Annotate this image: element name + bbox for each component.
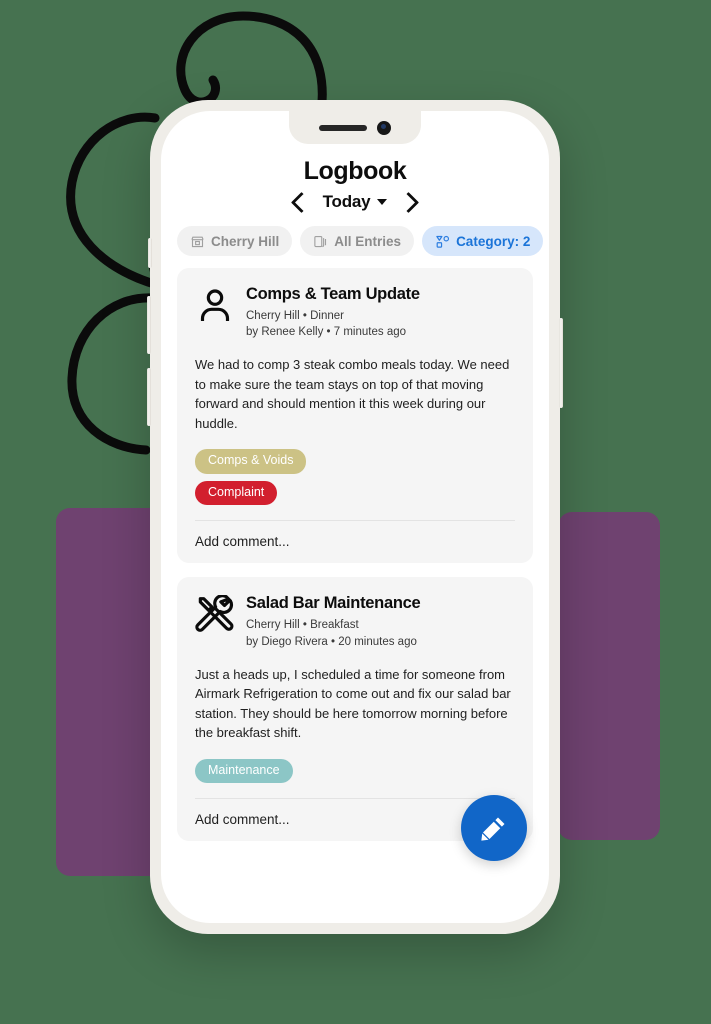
filter-chip-category-label: Category: 2 [456, 233, 531, 249]
tools-icon [195, 595, 234, 633]
chevron-right-icon[interactable] [398, 191, 420, 213]
volume-up-button[interactable] [147, 296, 151, 354]
log-entry-card[interactable]: Comps & Team Update Cherry Hill • Dinner… [177, 268, 533, 564]
front-camera-icon [377, 120, 391, 135]
decor-block-right [558, 512, 660, 840]
power-button[interactable] [559, 318, 563, 408]
caret-down-icon [377, 199, 388, 205]
store-icon [191, 236, 204, 247]
person-icon [200, 289, 230, 321]
entry-title: Comps & Team Update [246, 285, 420, 303]
date-navigator: Today [161, 191, 549, 213]
shapes-filter-icon [436, 235, 450, 248]
add-comment-input[interactable]: Add comment... [195, 534, 515, 549]
entry-header: Comps & Team Update Cherry Hill • Dinner… [195, 285, 515, 341]
entry-tag[interactable]: Comps & Voids [195, 449, 307, 474]
filter-chip-category[interactable]: Category: 2 [422, 226, 544, 256]
entry-body: Just a heads up, I scheduled a time for … [195, 666, 511, 741]
filter-chip-entries[interactable]: All Entries [300, 226, 415, 256]
entry-tag[interactable]: Complaint [195, 480, 278, 506]
entry-location-shift: Cherry Hill • Breakfast [246, 619, 359, 632]
entry-author-time: by Renee Kelly • 7 minutes ago [246, 326, 407, 339]
entry-body: We had to comp 3 steak combo meals today… [195, 357, 510, 431]
entry-header: Salad Bar Maintenance Cherry Hill • Brea… [195, 594, 515, 650]
entry-tag[interactable]: Maintenance [195, 758, 293, 784]
logbook-app: Logbook Today Cherry Hill All Entries Ca… [161, 111, 549, 923]
pencil-icon [481, 817, 505, 841]
filter-chip-location-label: Cherry Hill [211, 233, 280, 249]
entry-author-time: by Diego Rivera • 20 minutes ago [246, 635, 417, 648]
divider [195, 520, 515, 522]
chevron-left-icon[interactable] [290, 191, 312, 213]
speaker-grille-icon [319, 124, 367, 131]
filter-chip-row: Cherry Hill All Entries Category: 2 [161, 226, 549, 268]
filter-chip-entries-label: All Entries [334, 233, 402, 249]
volume-down-button[interactable] [147, 368, 151, 426]
entry-tag-list: Comps & Voids Complaint [195, 449, 515, 506]
phone-screen: Logbook Today Cherry Hill All Entries Ca… [161, 111, 549, 923]
documents-icon [314, 235, 327, 247]
filter-chip-location[interactable]: Cherry Hill [177, 226, 293, 256]
page-title: Logbook [303, 157, 407, 185]
silent-switch-button[interactable] [148, 238, 152, 268]
phone-notch [289, 111, 421, 144]
entry-location-shift: Cherry Hill • Dinner [246, 309, 344, 322]
entry-tag-list: Maintenance [195, 758, 515, 784]
date-dropdown[interactable]: Today [323, 192, 388, 212]
phone-mockup: Logbook Today Cherry Hill All Entries Ca… [147, 100, 563, 934]
new-entry-fab-button[interactable] [461, 795, 527, 861]
date-label: Today [322, 192, 371, 211]
divider [195, 798, 515, 800]
entry-title: Salad Bar Maintenance [246, 594, 421, 613]
